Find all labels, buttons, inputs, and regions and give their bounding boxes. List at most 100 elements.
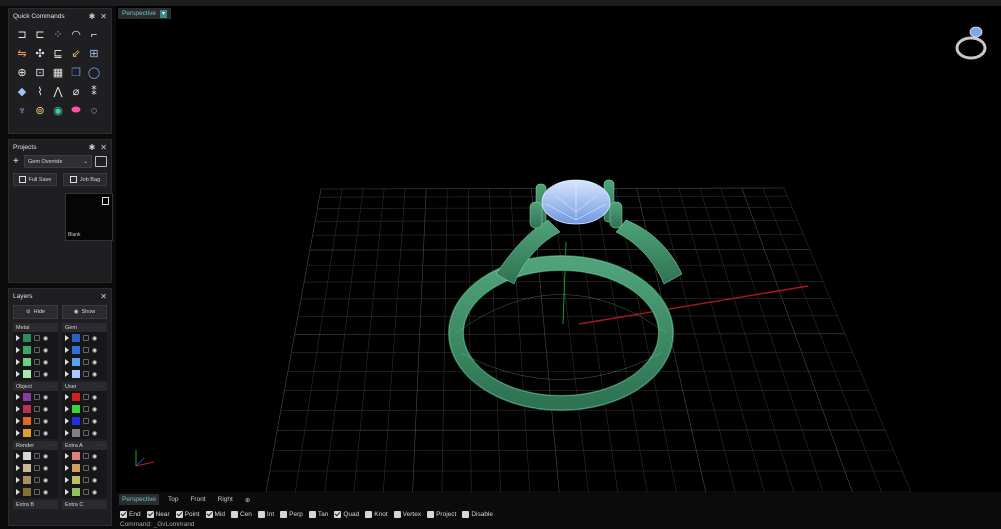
layer-row[interactable]: ◉ (62, 332, 107, 344)
gem-icon[interactable]: ◆ (13, 82, 31, 101)
eye-icon[interactable]: ◉ (92, 347, 97, 354)
snap-perp[interactable]: Perp (280, 511, 303, 518)
layer-color-swatch[interactable] (23, 417, 31, 425)
copy-icon[interactable]: ❐ (67, 63, 85, 82)
group-toggle-icons[interactable]: ◦◦ (96, 384, 104, 390)
lock-icon[interactable] (83, 371, 89, 377)
corner-icon[interactable]: ⊏ (31, 25, 49, 44)
split-icon[interactable]: ⊕ (13, 63, 31, 82)
gear-icon[interactable]: ✱ (89, 12, 96, 21)
expand-icon[interactable] (16, 347, 20, 353)
layer-color-swatch[interactable] (23, 488, 31, 496)
snap-checkbox[interactable] (365, 511, 373, 518)
layer-color-swatch[interactable] (23, 429, 31, 437)
layer-row[interactable]: ◉ (13, 368, 58, 380)
layer-row[interactable]: ◉ (62, 403, 107, 415)
eye-icon[interactable]: ◉ (43, 406, 48, 413)
layer-group-header[interactable]: Extra C (62, 500, 107, 509)
expand-icon[interactable] (65, 477, 69, 483)
layer-row[interactable]: ◉ (13, 450, 58, 462)
layer-color-swatch[interactable] (72, 370, 80, 378)
lock-icon[interactable] (83, 465, 89, 471)
lock-icon[interactable] (34, 394, 40, 400)
eye-icon[interactable]: ◉ (43, 359, 48, 366)
lock-icon[interactable] (34, 477, 40, 483)
eye-icon[interactable]: ◉ (92, 465, 97, 472)
layer-row[interactable]: ◉ (62, 356, 107, 368)
snap-checkbox[interactable] (462, 511, 470, 518)
view-cube-ring-icon[interactable] (955, 26, 987, 60)
layer-row[interactable]: ◉ (13, 332, 58, 344)
layer-color-swatch[interactable] (72, 405, 80, 413)
expand-icon[interactable] (65, 418, 69, 424)
grid-array-icon[interactable]: ▦ (49, 63, 67, 82)
layer-color-swatch[interactable] (72, 464, 80, 472)
expand-icon[interactable] (16, 394, 20, 400)
eye-icon[interactable]: ◉ (43, 335, 48, 342)
undo-curve-icon[interactable]: ⊐ (13, 25, 31, 44)
layer-row[interactable]: ◉ (13, 403, 58, 415)
arc-icon[interactable]: ◠ (67, 25, 85, 44)
expand-icon[interactable] (65, 335, 69, 341)
layer-color-swatch[interactable] (72, 488, 80, 496)
layer-row[interactable]: ◉ (62, 415, 107, 427)
eye-icon[interactable]: ◉ (43, 489, 48, 496)
lock-icon[interactable] (83, 359, 89, 365)
lock-icon[interactable] (83, 406, 89, 412)
layer-row[interactable]: ◉ (62, 391, 107, 403)
lock-icon[interactable] (83, 453, 89, 459)
eye-icon[interactable]: ◉ (92, 371, 97, 378)
snap-cen[interactable]: Cen (230, 511, 252, 518)
scene-canvas[interactable] (116, 6, 1001, 492)
layer-row[interactable]: ◉ (62, 462, 107, 474)
orbit-icon[interactable]: ⊚ (31, 101, 49, 120)
layer-color-swatch[interactable] (23, 405, 31, 413)
layer-color-swatch[interactable] (23, 346, 31, 354)
sparkle-icon[interactable]: ⁑ (85, 82, 103, 101)
expand-icon[interactable] (16, 453, 20, 459)
move-icon[interactable]: ✣ (31, 44, 49, 63)
layer-row[interactable]: ◉ (62, 450, 107, 462)
layer-color-swatch[interactable] (72, 429, 80, 437)
tab-perspective[interactable]: Perspective ▾ (118, 8, 171, 19)
gear-icon[interactable]: ✱ (89, 143, 96, 152)
layer-color-swatch[interactable] (72, 393, 80, 401)
lock-icon[interactable] (34, 359, 40, 365)
command-line[interactable]: Command: _GvLommand (120, 521, 194, 528)
layer-row[interactable]: ◉ (62, 486, 107, 498)
eye-icon[interactable]: ◉ (92, 418, 97, 425)
lock-icon[interactable] (34, 465, 40, 471)
snap-checkbox[interactable] (393, 511, 401, 518)
lock-icon[interactable] (83, 430, 89, 436)
snap-checkbox[interactable] (308, 511, 316, 518)
expand-icon[interactable] (65, 394, 69, 400)
pave-icon[interactable]: ⋀ (49, 82, 67, 101)
eye-icon[interactable]: ◉ (43, 453, 48, 460)
snap-checkbox[interactable] (334, 511, 342, 518)
job-bag-button[interactable]: Job Bag (63, 173, 107, 186)
full-save-button[interactable]: Full Save (13, 173, 57, 186)
layer-color-swatch[interactable] (72, 476, 80, 484)
cutter-icon[interactable]: ⌀ (67, 82, 85, 101)
lock-icon[interactable] (83, 347, 89, 353)
snap-checkbox[interactable] (257, 511, 265, 518)
layer-row[interactable]: ◉ (13, 427, 58, 439)
eye-icon[interactable]: ◉ (92, 477, 97, 484)
sphere-icon[interactable]: ◉ (49, 101, 67, 120)
snap-checkbox[interactable] (175, 511, 183, 518)
lock-icon[interactable] (34, 430, 40, 436)
perspective-viewport[interactable]: Perspective ▾ (116, 6, 1001, 492)
snap-mid[interactable]: Mid (205, 511, 225, 518)
layer-color-swatch[interactable] (72, 334, 80, 342)
lock-icon[interactable] (34, 371, 40, 377)
add-project-button[interactable]: + (13, 156, 21, 167)
snap-checkbox[interactable] (427, 511, 435, 518)
layer-group-header[interactable]: Metal ◦◦ (13, 323, 58, 332)
eye-icon[interactable]: ◉ (43, 430, 48, 437)
tab-perspective[interactable]: Perspective (119, 494, 159, 505)
layer-color-swatch[interactable] (72, 358, 80, 366)
hide-layers-button[interactable]: ⊘ Hide (13, 305, 58, 319)
eye-icon[interactable]: ◉ (92, 359, 97, 366)
snap-quad[interactable]: Quad (334, 511, 359, 518)
group-toggle-icons[interactable]: ◦◦ (47, 384, 55, 390)
